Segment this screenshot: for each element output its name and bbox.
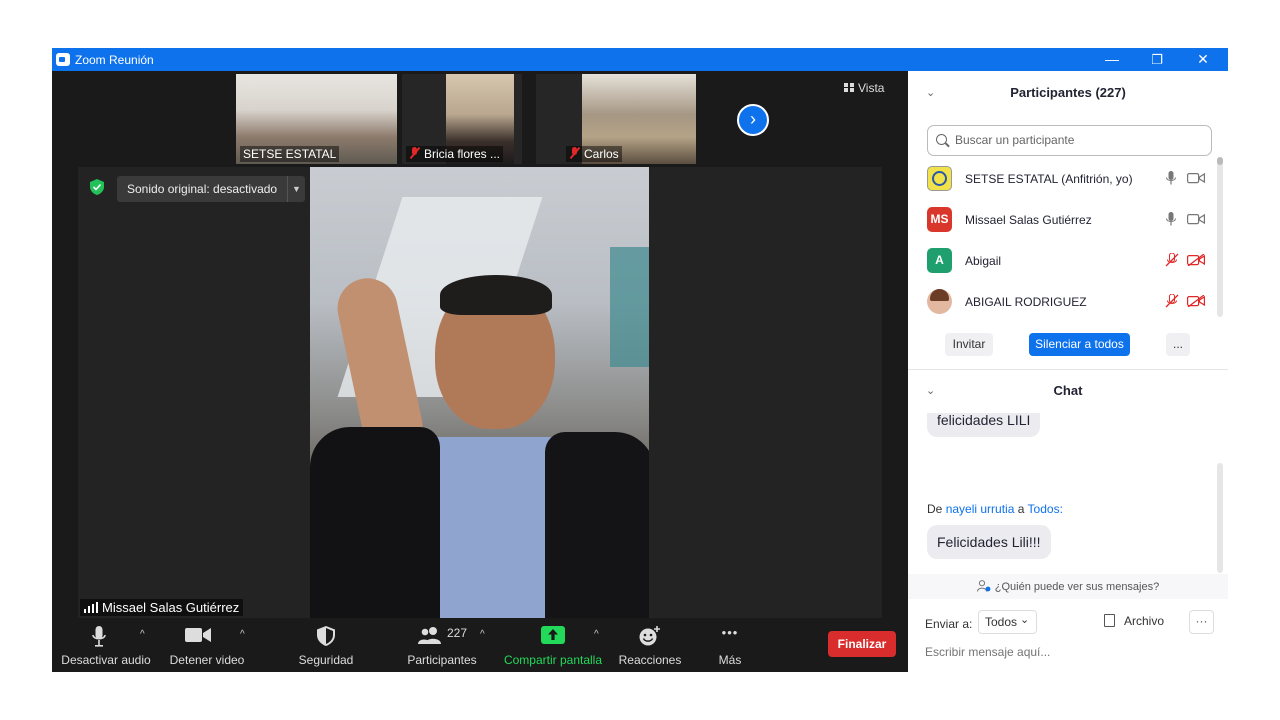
avatar	[927, 289, 952, 314]
signal-strength-icon	[84, 602, 98, 613]
participants-count: 227	[447, 626, 468, 640]
meeting-area: SETSE ESTATAL Bricia flores ... Carlos ›…	[52, 71, 908, 672]
avatar-hair	[930, 289, 949, 301]
title-bar: Zoom Reunión — ❐ ✕	[52, 48, 1228, 71]
window-title: Zoom Reunión	[75, 53, 154, 67]
recipient-name[interactable]: Todos:	[1028, 502, 1063, 516]
reactions-button[interactable]: Reacciones	[614, 620, 686, 672]
participants-icon	[418, 627, 441, 644]
participant-name: SETSE ESTATAL (Anfitrión, yo)	[965, 172, 1133, 186]
search-icon	[936, 134, 947, 145]
emoji-reaction-icon	[639, 626, 660, 646]
speaker-hair	[440, 275, 552, 315]
mic-muted-icon	[409, 147, 420, 159]
microphone-icon[interactable]	[1166, 212, 1176, 226]
chat-message-input[interactable]	[925, 642, 1215, 662]
zoom-app-icon	[56, 53, 70, 66]
recipient-dropdown[interactable]: Todos ⌄	[978, 610, 1037, 634]
share-screen-button[interactable]: ^ Compartir pantalla	[500, 620, 606, 672]
restore-button[interactable]: ❐	[1134, 48, 1180, 71]
participant-search-input[interactable]: Buscar un participante	[927, 125, 1212, 156]
participants-more-button[interactable]: ...	[1166, 333, 1190, 356]
file-icon	[1104, 614, 1115, 627]
sender-name[interactable]: nayeli urrutia	[946, 502, 1015, 516]
thumbnail-video[interactable]: Carlos	[536, 74, 696, 164]
share-screen-icon	[541, 626, 565, 644]
microphone-icon[interactable]	[1166, 171, 1176, 185]
mic-muted-icon	[569, 147, 580, 159]
original-sound-button[interactable]: Sonido original: desactivado ▼	[117, 176, 305, 202]
camera-off-icon[interactable]	[1187, 254, 1205, 266]
close-button[interactable]: ✕	[1180, 48, 1226, 71]
speaker-video	[310, 167, 649, 618]
chat-header: ⌄ Chat	[908, 369, 1228, 413]
encryption-shield-icon	[90, 179, 104, 195]
camera-off-icon[interactable]	[1187, 295, 1205, 307]
minimize-button[interactable]: —	[1089, 48, 1135, 71]
zoom-window: Zoom Reunión — ❐ ✕ SETSE ESTATAL Bricia …	[52, 48, 1228, 672]
share-options-caret[interactable]: ^	[594, 629, 599, 640]
thumbnail-video[interactable]: Bricia flores ...	[402, 74, 522, 164]
participant-name: Missael Salas Gutiérrez	[965, 213, 1092, 227]
camera-icon[interactable]	[1187, 172, 1205, 184]
participant-name: ABIGAIL RODRIGUEZ	[965, 295, 1087, 309]
collapse-participants-chevron-icon[interactable]: ⌄	[926, 71, 935, 115]
video-options-caret[interactable]: ^	[240, 629, 245, 640]
thumbnail-name: SETSE ESTATAL	[240, 146, 340, 162]
message-sender-line: De nayeli urrutia a Todos:	[927, 502, 1063, 516]
participants-options-caret[interactable]: ^	[480, 629, 485, 640]
message-visibility-link[interactable]: ¿Quién puede ver sus mensajes?	[908, 574, 1228, 599]
participant-row[interactable]: A Abigail	[908, 241, 1228, 281]
end-meeting-button[interactable]: Finalizar	[828, 631, 896, 657]
microphone-icon	[92, 626, 106, 647]
collapse-chat-chevron-icon[interactable]: ⌄	[926, 369, 935, 413]
video-camera-icon	[185, 628, 211, 642]
thumbnail-name: Bricia flores ...	[406, 146, 504, 162]
more-button[interactable]: ••• Más	[700, 620, 760, 672]
sound-options-caret[interactable]: ▼	[287, 176, 305, 202]
meeting-toolbar: ^ Desactivar audio ^ Detener video Segur…	[52, 620, 908, 672]
participant-row[interactable]: ABIGAIL RODRIGUEZ	[908, 282, 1228, 322]
stop-video-button[interactable]: ^ Detener video	[164, 620, 250, 672]
thumbnail-strip: SETSE ESTATAL Bricia flores ... Carlos	[236, 74, 726, 164]
chat-message: Felicidades Lili!!!	[927, 525, 1051, 559]
thumbnail-video[interactable]: SETSE ESTATAL	[236, 74, 397, 164]
person-icon	[976, 580, 991, 592]
participant-row[interactable]: SETSE ESTATAL (Anfitrión, yo)	[908, 159, 1228, 199]
file-button[interactable]: Archivo	[1104, 614, 1164, 628]
chat-more-button[interactable]: ···	[1189, 610, 1214, 634]
view-button[interactable]: Vista	[844, 81, 884, 95]
camera-icon[interactable]	[1187, 213, 1205, 225]
speaker-jacket-left	[310, 427, 440, 618]
painting	[610, 247, 649, 367]
avatar	[927, 166, 952, 191]
security-shield-icon	[317, 626, 335, 646]
microphone-muted-icon[interactable]	[1165, 253, 1179, 267]
logo-seal	[932, 171, 947, 186]
next-page-button[interactable]: ›	[737, 104, 769, 136]
grid-icon	[844, 83, 854, 92]
participants-button[interactable]: 227 ^ Participantes	[392, 620, 492, 672]
invite-button[interactable]: Invitar	[945, 333, 993, 356]
mute-all-button[interactable]: Silenciar a todos	[1029, 333, 1130, 356]
chat-scrollbar[interactable]	[1217, 463, 1223, 573]
participants-header: ⌄ Participantes (227)	[908, 71, 1228, 115]
mute-audio-button[interactable]: ^ Desactivar audio	[60, 620, 152, 672]
avatar: A	[927, 248, 952, 273]
participant-row[interactable]: MS Missael Salas Gutiérrez	[908, 200, 1228, 240]
microphone-muted-icon[interactable]	[1165, 294, 1179, 308]
security-button[interactable]: Seguridad	[286, 620, 366, 672]
active-speaker-stage: Sonido original: desactivado ▼ Missael S…	[78, 167, 882, 618]
more-dots-icon: •••	[721, 625, 739, 640]
side-panel: ⌄ Participantes (227) Buscar un particip…	[908, 71, 1228, 672]
send-to-label: Enviar a:	[925, 617, 973, 631]
chat-message: felicidades LILI	[927, 413, 1041, 437]
speaker-name-label: Missael Salas Gutiérrez	[80, 599, 244, 616]
speaker-jacket-right	[545, 432, 649, 618]
avatar: MS	[927, 207, 952, 232]
thumbnail-name: Carlos	[566, 146, 622, 162]
participant-name: Abigail	[965, 254, 1002, 268]
chevron-down-icon: ⌄	[1020, 614, 1030, 626]
audio-options-caret[interactable]: ^	[140, 629, 145, 640]
